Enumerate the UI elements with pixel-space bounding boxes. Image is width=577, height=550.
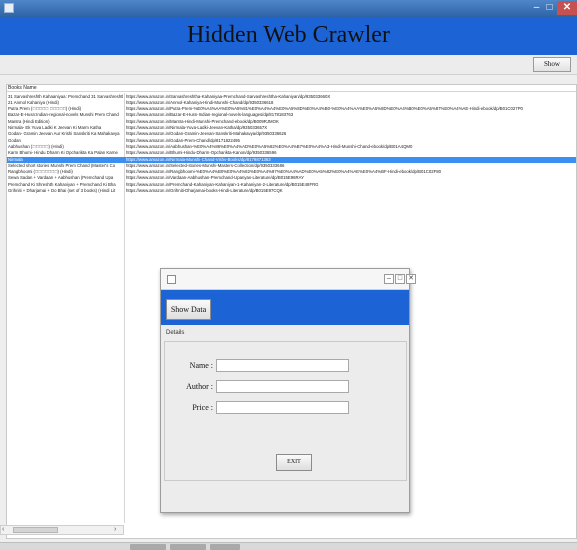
dialog-maximize-button[interactable]: □ — [395, 274, 405, 284]
taskbar-item[interactable] — [170, 544, 206, 550]
taskbar — [0, 542, 577, 550]
scroll-thumb[interactable] — [13, 527, 58, 533]
toolbar: Show — [0, 55, 577, 75]
dialog-app-icon — [167, 275, 176, 284]
main-title-bar[interactable]: – □ ✕ — [0, 0, 577, 17]
dialog-title-bar[interactable]: – □ ✕ — [161, 269, 416, 290]
details-section-label: Details — [166, 330, 185, 336]
app-icon — [4, 3, 14, 13]
main-window: – □ ✕ Hidden Web Crawler Show Books Name… — [0, 0, 577, 550]
column-header-books-name[interactable]: Books Name — [8, 85, 37, 92]
exit-button[interactable]: EXIT — [276, 454, 312, 471]
show-data-button[interactable]: Show Data — [166, 299, 211, 320]
price-field[interactable] — [216, 401, 349, 414]
details-dialog: – □ ✕ Show Data Details Name : Author : … — [160, 268, 416, 513]
header-banner: Hidden Web Crawler — [0, 17, 577, 55]
price-label: Price : — [192, 403, 213, 412]
close-button[interactable]: ✕ — [557, 1, 577, 15]
dialog-header-band: Show Data — [161, 290, 409, 325]
dialog-minimize-button[interactable]: – — [384, 274, 394, 284]
dialog-close-button[interactable]: ✕ — [406, 274, 416, 284]
taskbar-item[interactable] — [210, 544, 240, 550]
table-row[interactable]: Grihniti + Dharjamai + Do Bhai (set of 3… — [7, 188, 576, 194]
scroll-left-arrow-icon[interactable]: ‹ — [2, 526, 4, 534]
app-title: Hidden Web Crawler — [187, 22, 390, 48]
horizontal-scrollbar[interactable]: ‹ › — [0, 525, 124, 535]
author-field[interactable] — [216, 380, 349, 393]
maximize-button[interactable]: □ — [543, 1, 556, 15]
taskbar-item[interactable] — [130, 544, 166, 550]
book-url-cell: https://www.amazon.in/Grihniti-Dharjamai… — [126, 188, 283, 193]
name-field[interactable] — [216, 359, 349, 372]
author-label: Author : — [186, 382, 213, 391]
name-label: Name : — [189, 361, 213, 370]
table-header: Books Name — [7, 85, 576, 92]
minimize-button[interactable]: – — [530, 1, 543, 15]
show-button[interactable]: Show — [533, 57, 571, 72]
scroll-right-arrow-icon[interactable]: › — [114, 526, 116, 534]
book-name-cell: Grihniti + Dharjamai + Do Bhai (set of 3… — [8, 188, 116, 193]
